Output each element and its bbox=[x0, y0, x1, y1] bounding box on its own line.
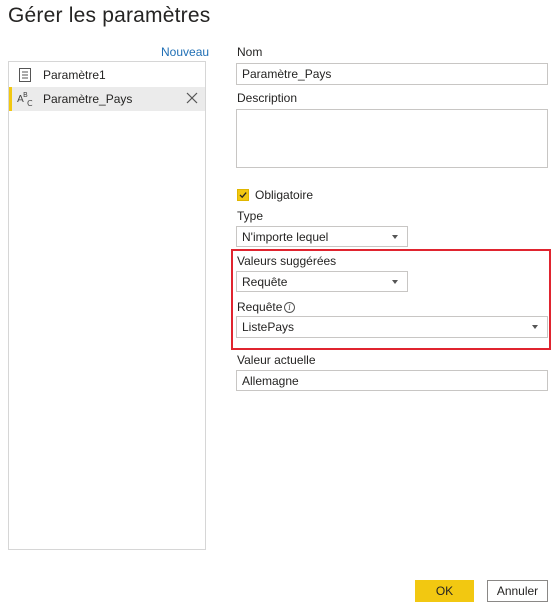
name-label: Nom bbox=[237, 45, 263, 59]
description-field[interactable] bbox=[236, 109, 548, 168]
svg-text:C: C bbox=[27, 99, 33, 108]
name-input[interactable]: Paramètre_Pays bbox=[236, 63, 548, 85]
suggested-values-dropdown[interactable]: Requête bbox=[236, 271, 408, 292]
chevron-down-icon bbox=[392, 279, 398, 284]
suggested-values-value: Requête bbox=[242, 274, 288, 289]
description-label: Description bbox=[237, 91, 298, 105]
list-icon bbox=[19, 68, 31, 82]
query-label: Requête bbox=[237, 300, 283, 314]
type-dropdown-value: N'importe lequel bbox=[242, 229, 329, 244]
parameter-item-label: Paramètre1 bbox=[43, 68, 106, 82]
checkmark-icon bbox=[239, 192, 247, 199]
dialog-title: Gérer les paramètres bbox=[8, 4, 211, 27]
parameter-item-parametre-pays[interactable]: A B C Paramètre_Pays bbox=[9, 87, 205, 111]
chevron-down-icon bbox=[532, 325, 538, 329]
parameter-item-parametre1[interactable]: Paramètre1 bbox=[9, 63, 205, 87]
info-icon[interactable]: i bbox=[284, 302, 295, 313]
new-parameter-link[interactable]: Nouveau bbox=[161, 45, 209, 59]
chevron-down-icon bbox=[392, 234, 398, 239]
current-value-input[interactable]: Allemagne bbox=[236, 370, 548, 391]
close-icon[interactable] bbox=[185, 91, 199, 105]
parameter-item-label: Paramètre_Pays bbox=[43, 92, 133, 106]
required-label: Obligatoire bbox=[255, 188, 314, 202]
abc-type-icon: A B C bbox=[17, 91, 33, 108]
query-dropdown[interactable]: ListePays bbox=[236, 316, 548, 338]
suggested-values-label: Valeurs suggérées bbox=[237, 254, 337, 268]
ok-button[interactable]: OK bbox=[415, 580, 474, 602]
current-value-label: Valeur actuelle bbox=[237, 353, 316, 367]
type-dropdown[interactable]: N'importe lequel bbox=[236, 226, 408, 247]
parameter-list: Paramètre1 A B C Paramètre_Pays bbox=[8, 61, 206, 550]
svg-text:B: B bbox=[23, 91, 28, 99]
type-label: Type bbox=[237, 209, 264, 223]
cancel-button[interactable]: Annuler bbox=[487, 580, 548, 602]
query-dropdown-value: ListePays bbox=[242, 320, 295, 334]
required-checkbox[interactable] bbox=[237, 189, 249, 201]
